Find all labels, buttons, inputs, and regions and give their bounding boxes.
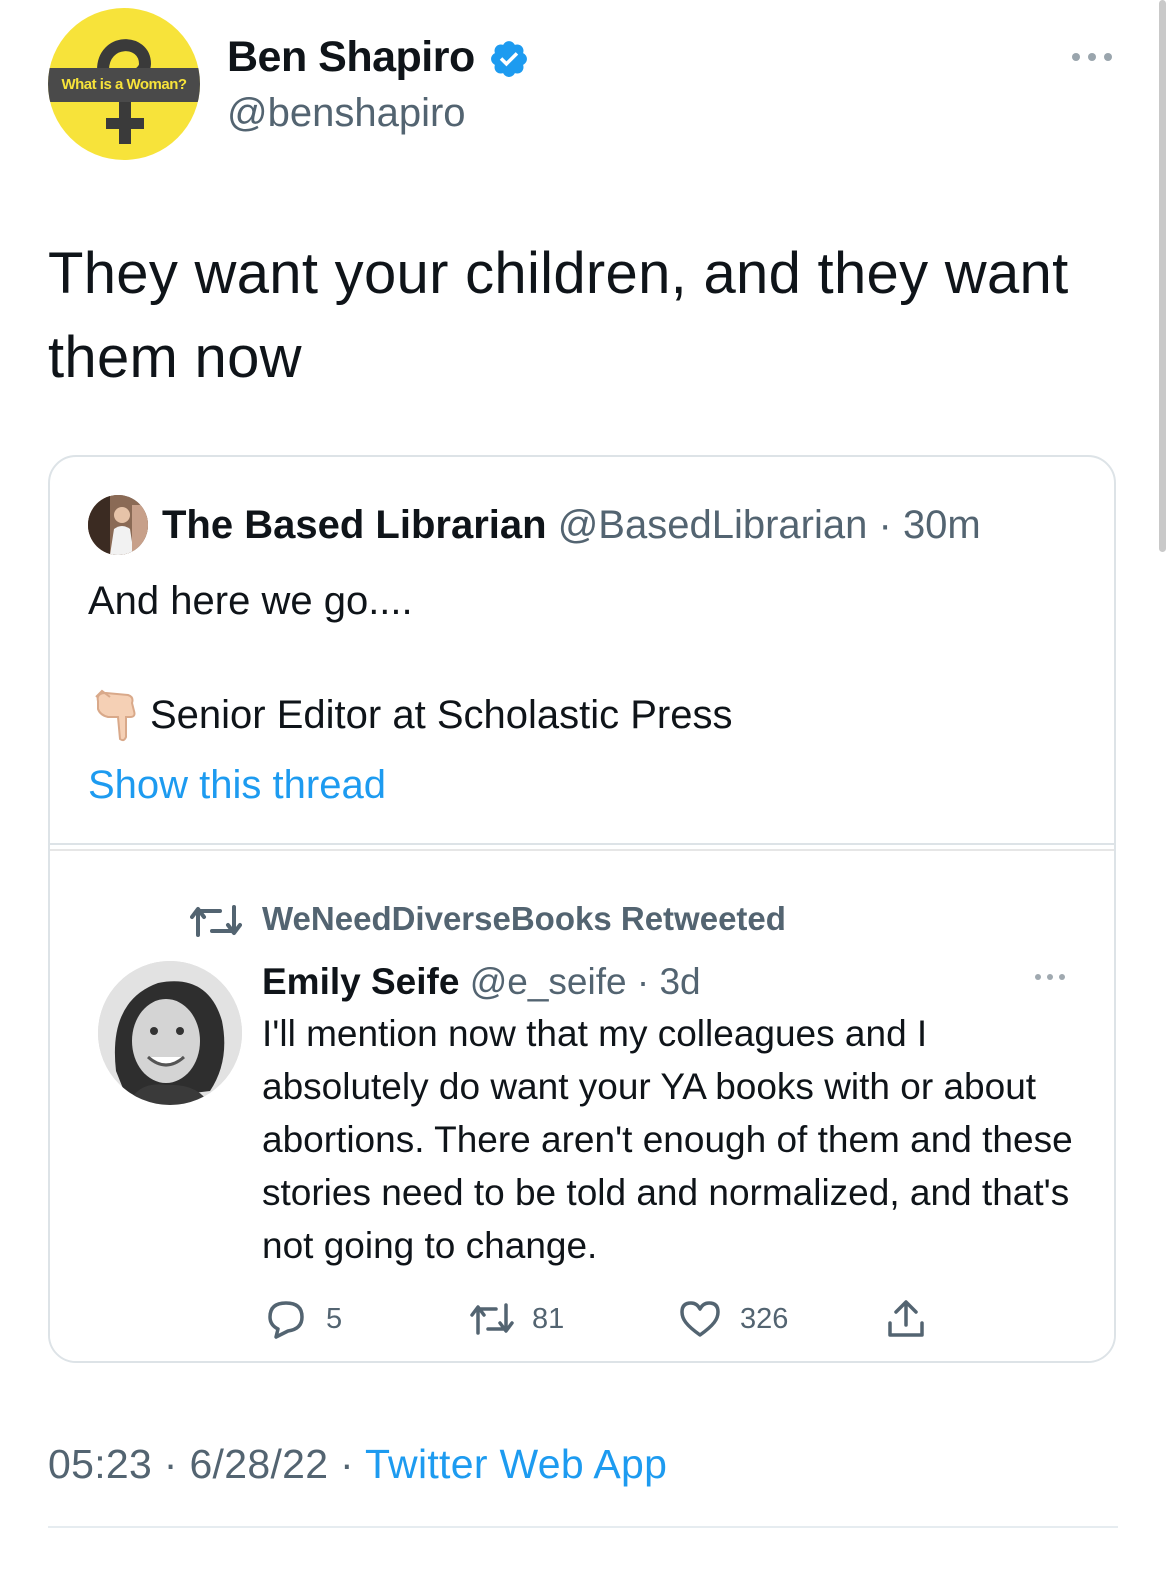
quoted-name[interactable]: The Based Librarian [162,503,547,547]
quoted-text-line1: And here we go.... [88,579,413,623]
reply-action[interactable]: 5 [264,1297,342,1341]
author-avatar[interactable]: What is a Woman? [48,8,200,160]
heart-icon [680,1301,720,1337]
quoted-header: The Based Librarian @BasedLibrarian · 30… [162,499,981,551]
quoted-time[interactable]: 30m [903,503,981,547]
quoted-text-line2-label: Senior Editor at Scholastic Press [150,693,733,737]
pointing-down-hand-icon [95,689,136,742]
image-top-divider [50,849,1114,851]
embedded-tweet-text: I'll mention now that my colleagues and … [262,1013,1073,1266]
embedded-name[interactable]: Emily Seife [262,961,459,1002]
like-count: 326 [740,1302,789,1335]
tweet-meta: 05:23 · 6/28/22 · Twitter Web App [48,1436,667,1492]
tweet-date[interactable]: 6/28/22 [189,1441,328,1487]
embedded-header: Emily Seife @e_seife · 3d [262,957,701,1007]
like-action[interactable]: 326 [678,1297,788,1341]
avatar-label: What is a Woman? [48,68,200,102]
share-icon [888,1300,924,1337]
show-thread-link[interactable]: Show this thread [88,759,386,811]
reply-count: 5 [326,1302,343,1335]
tweet-time[interactable]: 05:23 [48,1441,152,1487]
meta-separator-1: · [152,1441,190,1487]
meta-separator-2: · [328,1441,365,1487]
tweet-source-link[interactable]: Twitter Web App [365,1441,667,1487]
embedded-avatar-photo [98,961,242,1105]
quoted-handle[interactable]: @BasedLibrarian [558,503,868,547]
share-action[interactable] [884,1297,946,1341]
embedded-separator: · [636,961,650,1002]
verified-badge-icon [491,41,527,77]
author-handle[interactable]: @benshapiro [227,88,466,138]
scrollbar[interactable] [1159,0,1166,552]
embedded-time[interactable]: 3d [659,961,700,1002]
retweet-action[interactable]: 81 [470,1297,564,1341]
quoted-avatar[interactable] [88,495,148,555]
retweet-action-icon [470,1303,514,1335]
more-options-icon[interactable] [1068,42,1116,72]
footer-divider [48,1526,1118,1528]
reply-icon [268,1301,304,1339]
author-name[interactable]: Ben Shapiro [227,30,475,84]
quoted-attached-screenshot[interactable]: WeNeedDiverseBooks Retweeted Emily Seife… [50,843,1114,1361]
quoted-separator: · [878,503,892,547]
embedded-handle[interactable]: @e_seife [470,961,627,1002]
tweet-text: They want your children, and they want t… [48,241,1069,390]
retweeted-by-label[interactable]: WeNeedDiverseBooks Retweeted [262,897,786,941]
quoted-text-line2: Senior Editor at Scholastic Press [88,687,732,743]
embedded-author-avatar[interactable] [98,961,242,1105]
embedded-more-icon[interactable] [1030,967,1070,987]
quoted-tweet-card[interactable]: The Based Librarian @BasedLibrarian · 30… [48,455,1116,1363]
quoted-avatar-photo [88,495,148,555]
retweet-count: 81 [532,1302,565,1335]
retweet-icon [190,905,242,937]
